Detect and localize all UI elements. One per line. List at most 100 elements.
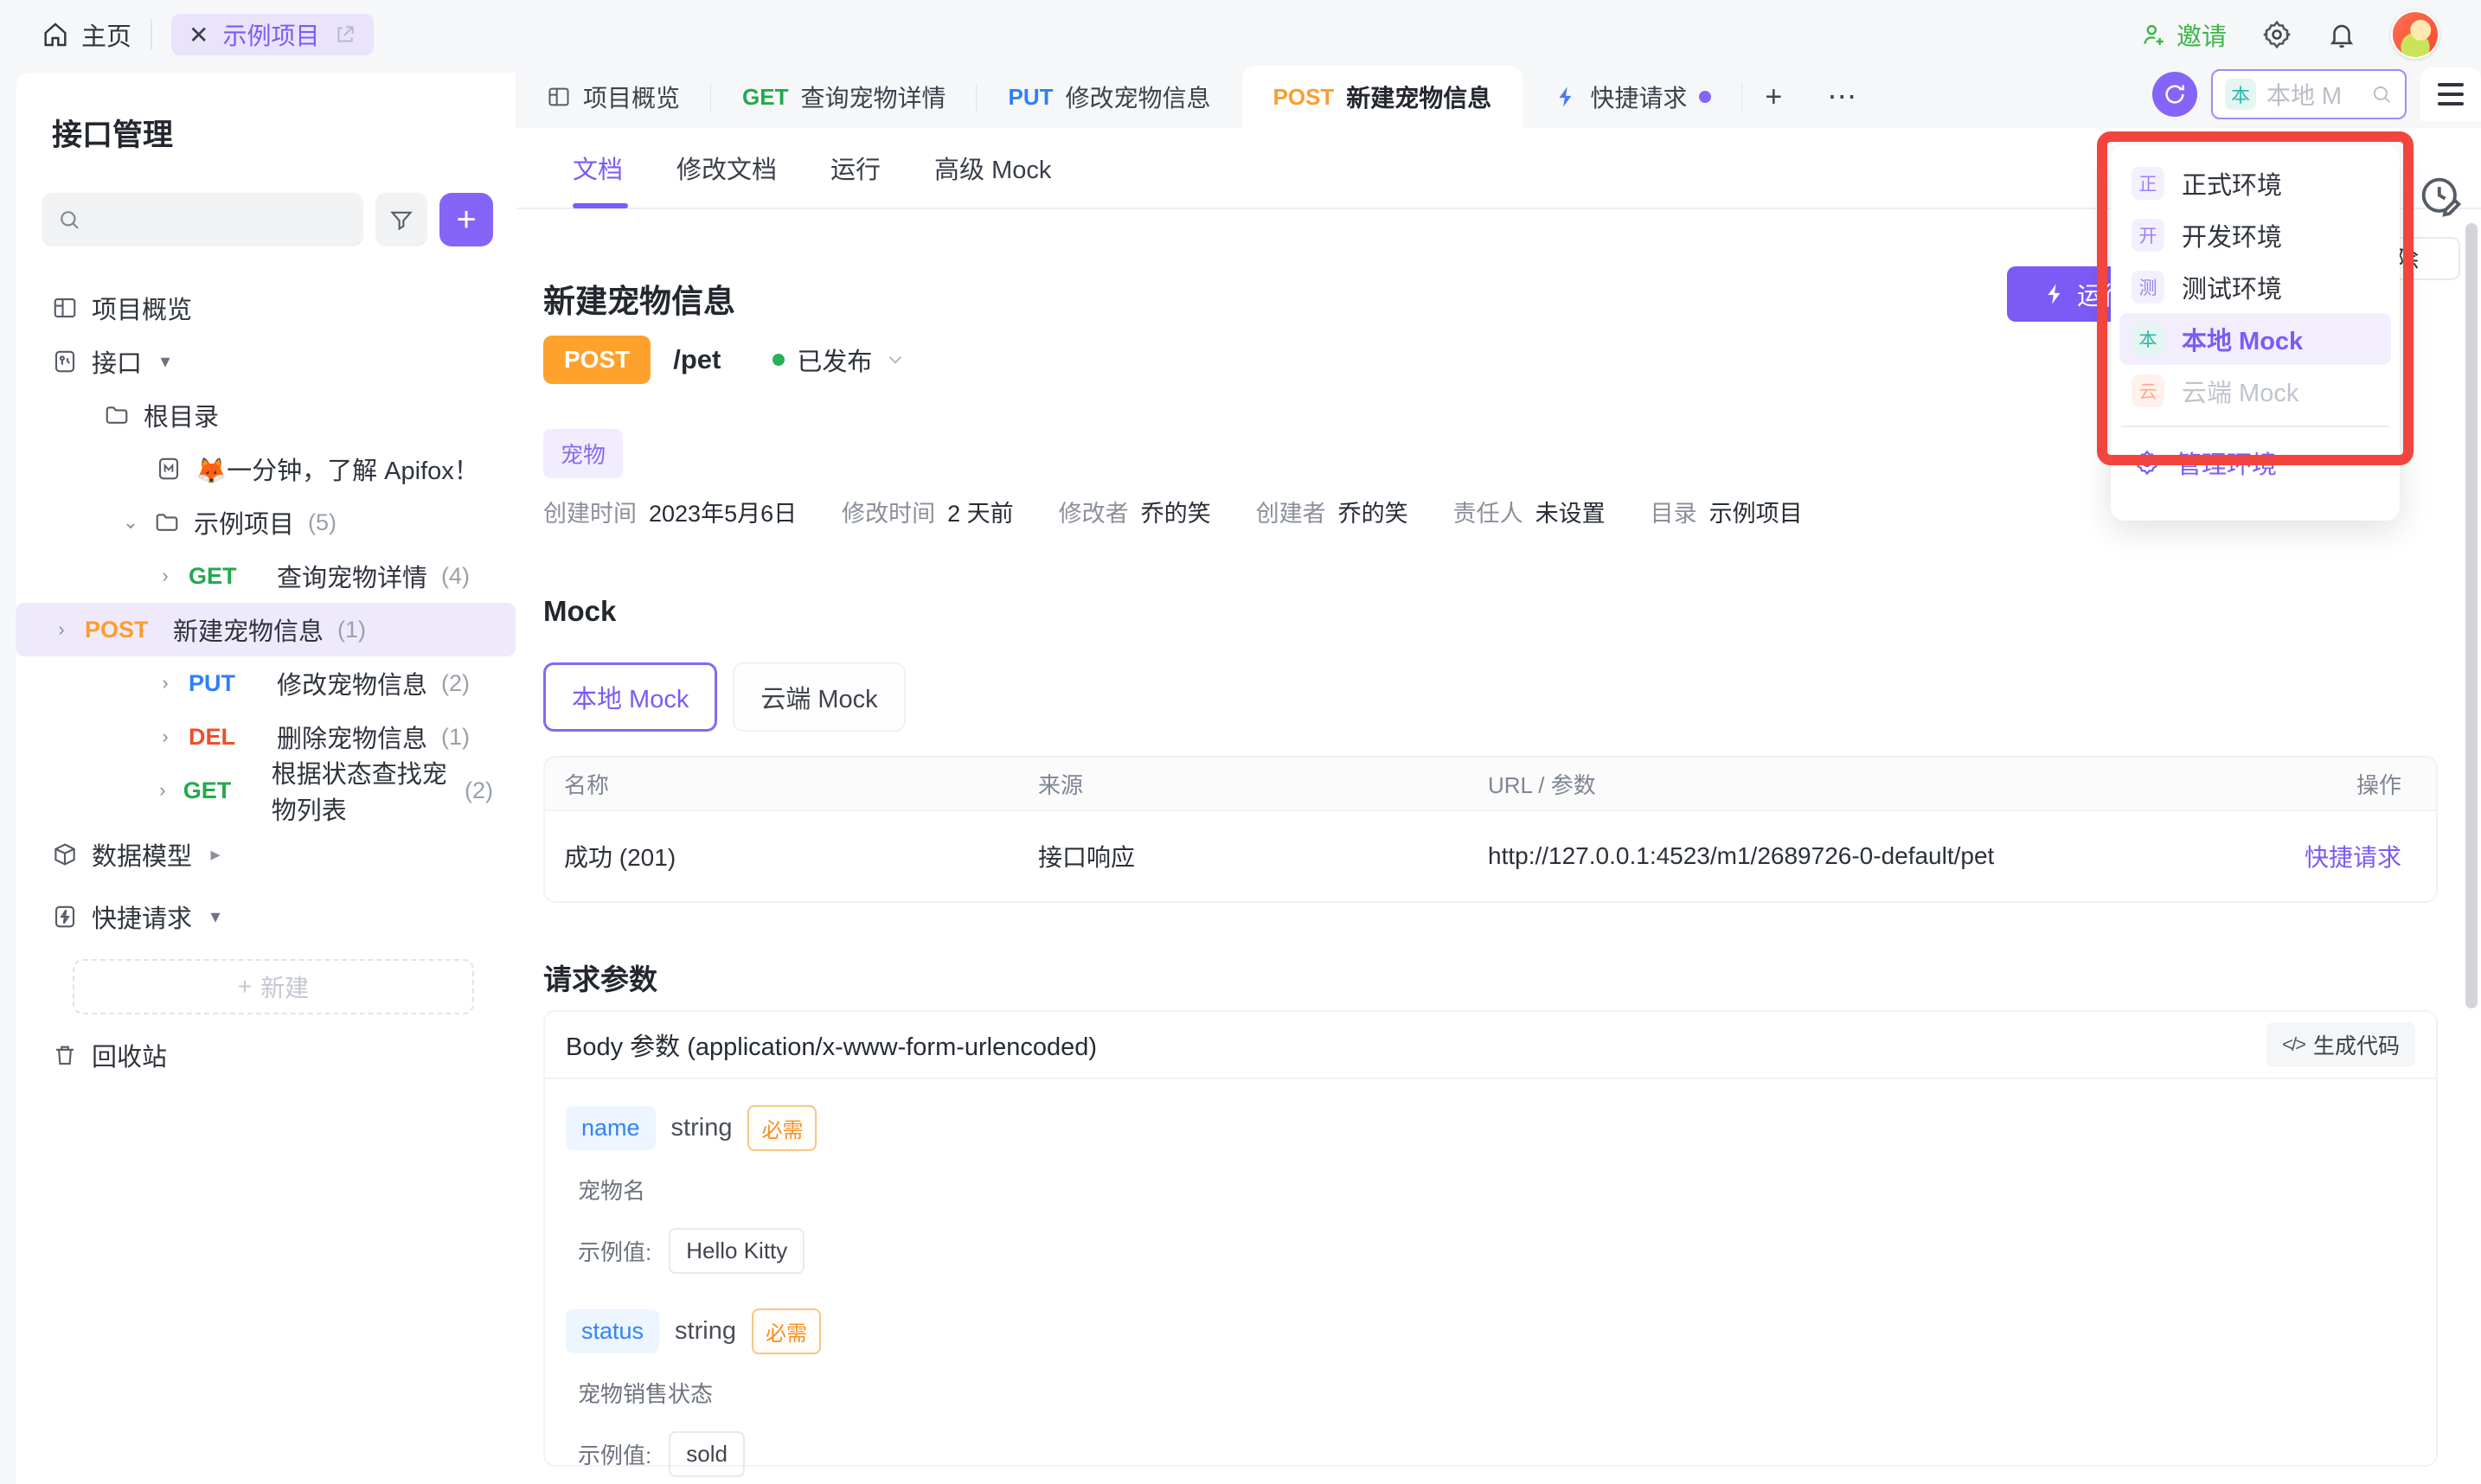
- project-tab-pill[interactable]: ✕ 示例项目: [171, 14, 373, 55]
- param-name-chip: status: [566, 1309, 659, 1353]
- search-icon: [57, 208, 81, 232]
- more-tabs-button[interactable]: ⋯: [1805, 66, 1882, 128]
- env-badge: 云: [2132, 374, 2164, 407]
- chevron-right-icon[interactable]: ›: [52, 618, 71, 641]
- cloud-mock-button[interactable]: 云端 Mock: [733, 662, 905, 732]
- env-item-cloud-mock-disabled[interactable]: 云 云端 Mock: [2119, 365, 2391, 417]
- required-badge: 必需: [752, 1308, 821, 1354]
- chevron-right-icon[interactable]: ›: [156, 565, 175, 587]
- chevron-down-icon: [884, 349, 907, 371]
- mock-source: 接口响应: [1038, 839, 1488, 873]
- env-item-production[interactable]: 正 正式环境: [2119, 157, 2391, 209]
- env-label: 测试环境: [2182, 269, 2282, 305]
- new-button-label: 新建: [260, 969, 309, 1004]
- tab-post-pet-active[interactable]: POST 新建宠物信息: [1242, 66, 1523, 128]
- sidebar-section-api[interactable]: 接口 ▾: [38, 335, 493, 388]
- tab-put-pet[interactable]: PUT 修改宠物信息: [977, 66, 1241, 128]
- scrollbar-thumb[interactable]: [2465, 223, 2478, 1008]
- user-avatar[interactable]: [2391, 10, 2439, 59]
- sidebar-endpoint-get-find[interactable]: › GET 根据状态查找宠物列表 (2): [38, 764, 493, 817]
- env-item-local-mock-selected[interactable]: 本 本地 Mock: [2119, 313, 2391, 365]
- chevron-right-icon[interactable]: ›: [156, 726, 175, 748]
- add-button[interactable]: +: [439, 193, 493, 246]
- sidebar-section-quick-request[interactable]: 快捷请求 ▾: [38, 890, 493, 943]
- tag-chip[interactable]: 宠物: [543, 429, 623, 478]
- param-desc: 宠物名: [578, 1174, 2415, 1206]
- chevron-right-icon[interactable]: ›: [156, 672, 175, 694]
- intro-doc-label: 🦊一分钟，了解 Apifox！: [196, 451, 479, 487]
- top-bar: 主页 ✕ 示例项目 邀请: [0, 0, 2481, 69]
- status-dot: [773, 354, 785, 366]
- meta-label: 创建时间: [543, 495, 637, 528]
- meta-value: 未设置: [1535, 495, 1606, 528]
- endpoint-count: (4): [441, 563, 470, 590]
- env-label: 正式环境: [2182, 165, 2282, 201]
- env-item-development[interactable]: 开 开发环境: [2119, 209, 2391, 261]
- method-badge: PUT: [189, 670, 263, 697]
- meta-value: 2 天前: [947, 495, 1014, 528]
- method-badge: GET: [189, 563, 263, 590]
- close-icon[interactable]: ✕: [189, 21, 208, 49]
- meta-label: 目录: [1651, 495, 1697, 528]
- chevron-right-icon[interactable]: ›: [156, 779, 170, 802]
- hamburger-menu-button[interactable]: [2420, 67, 2481, 121]
- mock-name: 成功 (201): [545, 839, 1038, 873]
- endpoint-label: 新建宠物信息: [173, 611, 324, 648]
- bell-icon[interactable]: [2327, 20, 2356, 49]
- home-button[interactable]: 主页: [42, 16, 131, 53]
- gear-icon[interactable]: [2261, 19, 2292, 50]
- sidebar-item-trash[interactable]: 回收站: [38, 1028, 493, 1082]
- param-status-row: status string 必需: [566, 1308, 2415, 1354]
- sidebar-endpoint-put-pet[interactable]: › PUT 修改宠物信息 (2): [38, 656, 493, 710]
- meta-value: 2023年5月6日: [649, 495, 797, 528]
- invite-button[interactable]: 邀请: [2140, 16, 2227, 53]
- subtab-docs[interactable]: 文档: [573, 127, 623, 208]
- generate-code-label: 生成代码: [2313, 1029, 2400, 1060]
- overview-grid-icon: [52, 295, 78, 321]
- mock-heading: Mock: [543, 595, 616, 628]
- publish-status[interactable]: 已发布: [773, 342, 907, 378]
- subtab-edit-docs[interactable]: 修改文档: [676, 127, 777, 208]
- col-action: 操作: [2246, 768, 2436, 800]
- filter-button[interactable]: [375, 193, 427, 246]
- code-icon: </>: [2282, 1033, 2305, 1056]
- env-item-testing[interactable]: 测 测试环境: [2119, 261, 2391, 313]
- external-link-icon[interactable]: [334, 23, 356, 46]
- folder-icon: [104, 402, 130, 428]
- tab-get-pet-detail[interactable]: GET 查询宠物详情: [711, 66, 977, 128]
- sidebar-endpoint-post-pet[interactable]: › POST 新建宠物信息 (1): [16, 603, 516, 656]
- generate-code-button[interactable]: </> 生成代码: [2266, 1022, 2415, 1067]
- environment-dropdown: 正 正式环境 开 开发环境 测 测试环境 本 本地 Mock 云 云端 Mock…: [2111, 145, 2400, 521]
- sidebar-item-overview[interactable]: 项目概览: [38, 281, 493, 335]
- env-label: 本地 Mock: [2182, 321, 2303, 357]
- sync-icon[interactable]: [2152, 72, 2197, 117]
- endpoint-title: 新建宠物信息: [543, 275, 735, 322]
- sidebar-folder-example[interactable]: ⌄ 示例项目 (5): [38, 496, 493, 549]
- tab-quick-request[interactable]: 快捷请求: [1523, 66, 1742, 128]
- quick-request-link[interactable]: 快捷请求: [2246, 839, 2436, 873]
- sidebar-doc-intro[interactable]: 🦊一分钟，了解 Apifox！: [38, 442, 493, 496]
- manage-environments-button[interactable]: 管理环境: [2119, 436, 2391, 489]
- sidebar-folder-root[interactable]: 根目录: [38, 388, 493, 442]
- tab-method: GET: [742, 84, 788, 111]
- chevron-down-icon[interactable]: ⌄: [121, 511, 140, 534]
- environment-selector[interactable]: 本 本地 M: [2211, 69, 2407, 119]
- tab-method: POST: [1273, 84, 1335, 111]
- sidebar-endpoint-get-pet[interactable]: › GET 查询宠物详情 (4): [38, 549, 493, 603]
- new-tab-button[interactable]: +: [1742, 66, 1805, 128]
- subtab-run[interactable]: 运行: [830, 127, 881, 208]
- subtab-advanced-mock[interactable]: 高级 Mock: [934, 127, 1051, 208]
- mock-table-header: 名称 来源 URL / 参数 操作: [545, 758, 2436, 811]
- param-name-row: name string 必需: [566, 1105, 2415, 1151]
- search-input[interactable]: [42, 193, 363, 246]
- tab-project-overview[interactable]: 项目概览: [516, 66, 711, 128]
- sidebar-section-data-models[interactable]: 数据模型 ▸: [38, 828, 493, 881]
- history-icon[interactable]: [2415, 171, 2465, 221]
- local-mock-button[interactable]: 本地 Mock: [543, 662, 717, 732]
- unsaved-dot: [1699, 91, 1711, 103]
- data-models-label: 数据模型: [92, 836, 192, 873]
- endpoint-count: (2): [465, 777, 493, 804]
- new-quick-request-button[interactable]: + 新建: [73, 959, 474, 1014]
- tab-strip: 项目概览 GET 查询宠物详情 PUT 修改宠物信息 POST 新建宠物信息 快…: [516, 66, 2481, 128]
- plus-icon: +: [238, 973, 252, 1001]
